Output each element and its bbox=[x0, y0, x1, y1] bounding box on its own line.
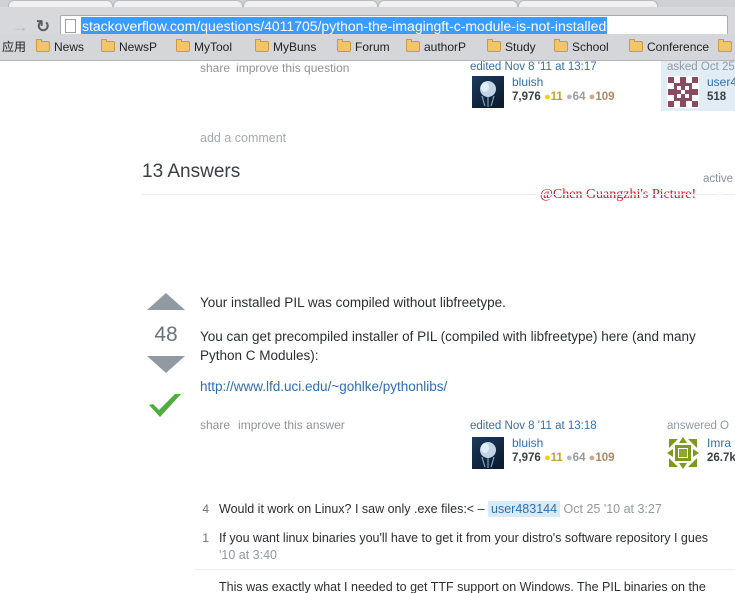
answer-paragraph-1: Your installed PIL was compiled without … bbox=[200, 295, 506, 310]
folder-icon bbox=[337, 39, 351, 52]
page-content: share improve this question edited Nov 8 … bbox=[0, 61, 735, 593]
user-reputation: 7,976 ●11 ●64 ●109 bbox=[512, 452, 615, 464]
bookmark-news[interactable]: News bbox=[36, 38, 84, 56]
folder-icon bbox=[255, 39, 269, 52]
comment-text: This was exactly what I needed to get TT… bbox=[219, 580, 706, 593]
user-name[interactable]: Imra bbox=[707, 436, 731, 450]
user-reputation: 26.7k bbox=[707, 452, 735, 464]
divider bbox=[142, 194, 717, 195]
bookmark-authorp[interactable]: authorP bbox=[406, 38, 466, 56]
folder-icon bbox=[554, 39, 568, 52]
page-document-icon bbox=[65, 19, 76, 33]
browser-tab[interactable] bbox=[243, 0, 378, 7]
folder-icon bbox=[629, 39, 643, 52]
answer-paragraph-3: Python C Modules): bbox=[200, 348, 319, 363]
gold-badge-icon: ● bbox=[543, 452, 551, 464]
vote-down-arrow-icon[interactable] bbox=[147, 356, 185, 373]
gold-badge-count: 11 bbox=[550, 452, 563, 464]
avatar[interactable] bbox=[667, 76, 699, 108]
vote-up-arrow-icon[interactable] bbox=[147, 293, 185, 310]
bookmark-apps-label[interactable]: 应用 bbox=[2, 38, 26, 56]
comment-score: 4 bbox=[202, 502, 209, 516]
question-edited-timestamp[interactable]: edited Nov 8 '11 at 13:17 bbox=[470, 61, 597, 73]
bookmark-forum[interactable]: Forum bbox=[337, 38, 390, 56]
answer-share-link[interactable]: share bbox=[200, 418, 230, 432]
answer-link[interactable]: http://www.lfd.uci.edu/~gohlke/pythonlib… bbox=[200, 377, 447, 396]
comment-text: If you want linux binaries you'll have t… bbox=[219, 531, 709, 545]
avatar[interactable] bbox=[472, 437, 504, 469]
silver-badge-icon: ● bbox=[566, 452, 573, 464]
silver-badge-icon: ● bbox=[566, 91, 573, 103]
answers-sort-active-tab[interactable]: active bbox=[703, 173, 733, 185]
bronze-badge-count: 109 bbox=[595, 452, 615, 464]
browser-toolbar: → ↻ stackoverflow.com/questions/4011705/… bbox=[0, 7, 735, 36]
comment-body: This was exactly what I needed to get TT… bbox=[219, 579, 735, 593]
address-bar[interactable]: stackoverflow.com/questions/4011705/pyth… bbox=[60, 15, 728, 36]
folder-icon bbox=[176, 39, 190, 52]
answer-vote-count: 48 bbox=[154, 323, 178, 346]
rep-value: 7,976 bbox=[512, 452, 541, 464]
answer-edited-timestamp[interactable]: edited Nov 8 '11 at 13:18 bbox=[470, 420, 597, 432]
annotation-text: @Chen Guangzhi's Picture! bbox=[540, 187, 697, 202]
answers-heading: 13 Answers bbox=[142, 161, 241, 182]
browser-tab[interactable] bbox=[113, 0, 243, 7]
question-actions: share improve this question bbox=[200, 61, 355, 75]
question-share-link[interactable]: share bbox=[200, 61, 230, 75]
avatar[interactable] bbox=[667, 437, 699, 469]
bookmark-conference[interactable]: Conference bbox=[629, 38, 709, 56]
browser-tab[interactable] bbox=[378, 0, 518, 7]
comment-timestamp[interactable]: '10 at 3:40 bbox=[219, 548, 277, 562]
gold-badge-icon: ● bbox=[543, 91, 551, 103]
folder-icon bbox=[101, 39, 115, 52]
silver-badge-count: 64 bbox=[572, 452, 586, 464]
browser-chrome: → ↻ stackoverflow.com/questions/4011705/… bbox=[0, 0, 735, 61]
gold-badge-count: 11 bbox=[550, 91, 563, 103]
avatar[interactable] bbox=[472, 76, 504, 108]
browser-tab[interactable] bbox=[8, 0, 113, 7]
answer-improve-link[interactable]: improve this answer bbox=[238, 418, 345, 432]
folder-icon bbox=[718, 39, 732, 52]
folder-icon bbox=[36, 39, 50, 52]
bookmark-school[interactable]: School bbox=[554, 38, 609, 56]
comment-timestamp[interactable]: Oct 25 '10 at 3:27 bbox=[564, 502, 662, 516]
comment-author-link[interactable]: user483144 bbox=[488, 501, 561, 517]
answer-paragraph-2: You can get precompiled installer of PIL… bbox=[200, 329, 696, 344]
question-improve-link[interactable]: improve this question bbox=[236, 61, 349, 75]
question-asked-timestamp: asked Oct 25 bbox=[667, 61, 735, 73]
bronze-badge-count: 109 bbox=[595, 91, 615, 103]
user-name[interactable]: bluish bbox=[512, 436, 543, 450]
folder-icon bbox=[487, 39, 501, 52]
user-reputation: 7,976 ●11 ●64 ●109 bbox=[512, 91, 615, 103]
comment-body: Would it work on Linux? I saw only .exe … bbox=[219, 501, 735, 518]
bookmarks-bar: 应用 News NewsP MyTool MyBuns Forum author… bbox=[0, 34, 735, 60]
answer-answered-timestamp: answered O bbox=[667, 420, 730, 432]
bookmark-newsp[interactable]: NewsP bbox=[101, 38, 157, 56]
bookmark-study[interactable]: Study bbox=[487, 38, 536, 56]
comment-divider bbox=[195, 569, 735, 570]
comment-text: Would it work on Linux? I saw only .exe … bbox=[219, 502, 489, 516]
browser-tab-active[interactable] bbox=[518, 0, 658, 7]
folder-icon bbox=[406, 39, 420, 52]
url-text[interactable]: stackoverflow.com/questions/4011705/pyth… bbox=[81, 17, 608, 35]
tab-strip bbox=[0, 0, 735, 7]
comment-score: 1 bbox=[202, 531, 209, 545]
answer-actions: share improve this answer bbox=[200, 418, 353, 432]
divider bbox=[722, 194, 735, 195]
comment-body: If you want linux binaries you'll have t… bbox=[219, 530, 735, 564]
rep-value: 7,976 bbox=[512, 91, 541, 103]
silver-badge-count: 64 bbox=[572, 91, 586, 103]
user-reputation: 518 bbox=[707, 91, 727, 103]
bookmark-cnj[interactable]: cnJ bbox=[718, 38, 735, 56]
user-name[interactable]: user4 bbox=[707, 75, 735, 89]
browser-window: → ↻ stackoverflow.com/questions/4011705/… bbox=[0, 0, 735, 593]
accepted-check-icon bbox=[149, 394, 181, 417]
bookmark-mybuns[interactable]: MyBuns bbox=[255, 38, 316, 56]
user-name[interactable]: bluish bbox=[512, 75, 543, 89]
add-comment-link[interactable]: add a comment bbox=[200, 131, 286, 145]
bookmark-mytool[interactable]: MyTool bbox=[176, 38, 232, 56]
